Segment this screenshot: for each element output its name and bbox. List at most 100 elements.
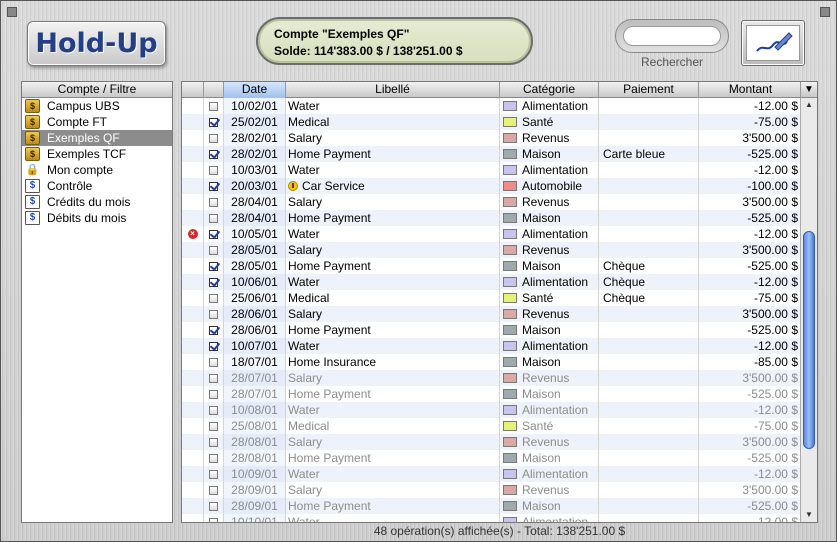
row-label: Salary [288, 371, 323, 385]
account-item[interactable]: $ Exemples QF [22, 130, 172, 146]
account-item[interactable]: $ Crédits du mois [22, 194, 172, 210]
scroll-down-arrow-icon[interactable]: ▼ [801, 508, 817, 522]
row-label: Salary [288, 243, 323, 257]
account-item[interactable]: 🔒 Mon compte [22, 162, 172, 178]
row-checkbox[interactable] [209, 405, 218, 415]
category-color-swatch [503, 437, 517, 447]
row-label: Home Payment [288, 387, 371, 401]
row-checkbox[interactable] [209, 325, 218, 335]
row-checkbox[interactable] [209, 469, 218, 479]
col-label[interactable]: Libellé [286, 82, 500, 98]
row-checkbox[interactable] [209, 133, 218, 143]
account-item[interactable]: $ Campus UBS [22, 98, 172, 114]
category-color-swatch [503, 261, 517, 271]
row-category-cell: Revenus [500, 434, 599, 450]
row-checkbox[interactable] [209, 421, 218, 431]
row-label-cell: Water [286, 402, 500, 418]
row-checkbox[interactable] [209, 117, 218, 127]
row-checkbox[interactable] [209, 261, 218, 271]
row-checkbox[interactable] [209, 517, 218, 522]
table-row[interactable]: 28/08/01 Home Payment Maison -525.00 $ [182, 450, 802, 466]
row-status-cell [182, 146, 204, 162]
table-row[interactable]: 28/05/01 Salary Revenus 3'500.00 $ [182, 242, 802, 258]
row-checkbox[interactable] [209, 149, 218, 159]
row-amount: -85.00 $ [753, 355, 798, 369]
table-row[interactable]: 10/02/01 Water Alimentation -12.00 $ [182, 98, 802, 114]
row-amount: -75.00 $ [753, 419, 798, 433]
vertical-scrollbar[interactable]: ▲ ▼ [800, 98, 817, 522]
table-row[interactable]: 28/06/01 Salary Revenus 3'500.00 $ [182, 306, 802, 322]
table-row[interactable]: 28/04/01 Home Payment Maison -525.00 $ [182, 210, 802, 226]
row-category: Alimentation [522, 467, 589, 481]
table-row[interactable]: 20/03/01 Car Service Automobile -100.00 $ [182, 178, 802, 194]
table-row[interactable]: 28/08/01 Salary Revenus 3'500.00 $ [182, 434, 802, 450]
row-date: 10/03/01 [224, 162, 286, 178]
category-color-swatch [503, 165, 517, 175]
table-row[interactable]: 25/08/01 Medical Santé -75.00 $ [182, 418, 802, 434]
row-checkbox[interactable] [209, 373, 218, 383]
row-label-cell: Medical [286, 114, 500, 130]
col-payment[interactable]: Paiement [599, 82, 699, 98]
row-date: 25/02/01 [224, 114, 286, 130]
row-amount: -12.00 $ [753, 467, 798, 481]
row-checkbox[interactable] [209, 501, 218, 511]
table-row[interactable]: 28/09/01 Home Payment Maison -525.00 $ [182, 498, 802, 514]
row-checkbox[interactable] [209, 197, 218, 207]
row-checkbox[interactable] [209, 357, 218, 367]
row-checkbox[interactable] [209, 277, 218, 287]
table-row[interactable]: 28/02/01 Home Payment Maison Carte bleue -52… [182, 146, 802, 162]
row-check-cell [204, 226, 224, 242]
table-row[interactable]: 28/06/01 Home Payment Maison -525.00 $ [182, 322, 802, 338]
row-date: 10/10/01 [224, 514, 286, 522]
col-check[interactable] [204, 82, 224, 98]
column-menu-button[interactable]: ▼ [800, 82, 817, 98]
col-amount[interactable]: Montant [699, 82, 802, 98]
search-input[interactable] [623, 26, 721, 46]
table-row[interactable]: 25/06/01 Medical Santé Chèque -75.00 $ [182, 290, 802, 306]
category-color-swatch [503, 197, 517, 207]
edit-button[interactable] [741, 20, 805, 66]
row-category: Revenus [522, 307, 570, 321]
row-checkbox[interactable] [209, 309, 218, 319]
table-row[interactable]: 28/09/01 Salary Revenus 3'500.00 $ [182, 482, 802, 498]
col-category[interactable]: Catégorie [500, 82, 599, 98]
row-label: Salary [288, 435, 323, 449]
table-row[interactable]: 18/07/01 Home Insurance Maison -85.00 $ [182, 354, 802, 370]
row-checkbox[interactable] [209, 485, 218, 495]
table-row[interactable]: 28/02/01 Salary Revenus 3'500.00 $ [182, 130, 802, 146]
row-checkbox[interactable] [209, 165, 218, 175]
category-color-swatch [503, 325, 517, 335]
row-checkbox[interactable] [209, 229, 218, 239]
scroll-up-arrow-icon[interactable]: ▲ [801, 98, 817, 112]
col-status[interactable] [182, 82, 204, 98]
row-checkbox[interactable] [209, 341, 218, 351]
row-checkbox[interactable] [209, 101, 218, 111]
row-checkbox[interactable] [209, 437, 218, 447]
table-row[interactable]: 10/09/01 Water Alimentation -12.00 $ [182, 466, 802, 482]
row-checkbox[interactable] [209, 453, 218, 463]
account-item[interactable]: $ Contrôle [22, 178, 172, 194]
account-item[interactable]: $ Exemples TCF [22, 146, 172, 162]
row-category-cell: Revenus [500, 242, 599, 258]
table-row[interactable]: 28/07/01 Home Payment Maison -525.00 $ [182, 386, 802, 402]
table-row[interactable]: 25/02/01 Medical Santé -75.00 $ [182, 114, 802, 130]
row-checkbox[interactable] [209, 293, 218, 303]
account-item[interactable]: $ Compte FT [22, 114, 172, 130]
table-row[interactable]: 28/04/01 Salary Revenus 3'500.00 $ [182, 194, 802, 210]
table-row[interactable]: × 10/05/01 Water Alimentation -12.00 $ [182, 226, 802, 242]
row-checkbox[interactable] [209, 213, 218, 223]
row-checkbox[interactable] [209, 181, 218, 191]
table-row[interactable]: 10/07/01 Water Alimentation -12.00 $ [182, 338, 802, 354]
scroll-thumb[interactable] [803, 230, 815, 449]
row-checkbox[interactable] [209, 389, 218, 399]
account-item-label: Débits du mois [47, 211, 127, 225]
row-checkbox[interactable] [209, 245, 218, 255]
table-row[interactable]: 10/08/01 Water Alimentation -12.00 $ [182, 402, 802, 418]
account-item[interactable]: $ Débits du mois [22, 210, 172, 226]
col-date[interactable]: Date [224, 82, 286, 98]
table-row[interactable]: 10/06/01 Water Alimentation Chèque -12.00 $ [182, 274, 802, 290]
table-row[interactable]: 10/10/01 Water Alimentation -12.00 $ [182, 514, 802, 522]
table-row[interactable]: 28/05/01 Home Payment Maison Chèque -525.00 … [182, 258, 802, 274]
table-row[interactable]: 10/03/01 Water Alimentation -12.00 $ [182, 162, 802, 178]
table-row[interactable]: 28/07/01 Salary Revenus 3'500.00 $ [182, 370, 802, 386]
